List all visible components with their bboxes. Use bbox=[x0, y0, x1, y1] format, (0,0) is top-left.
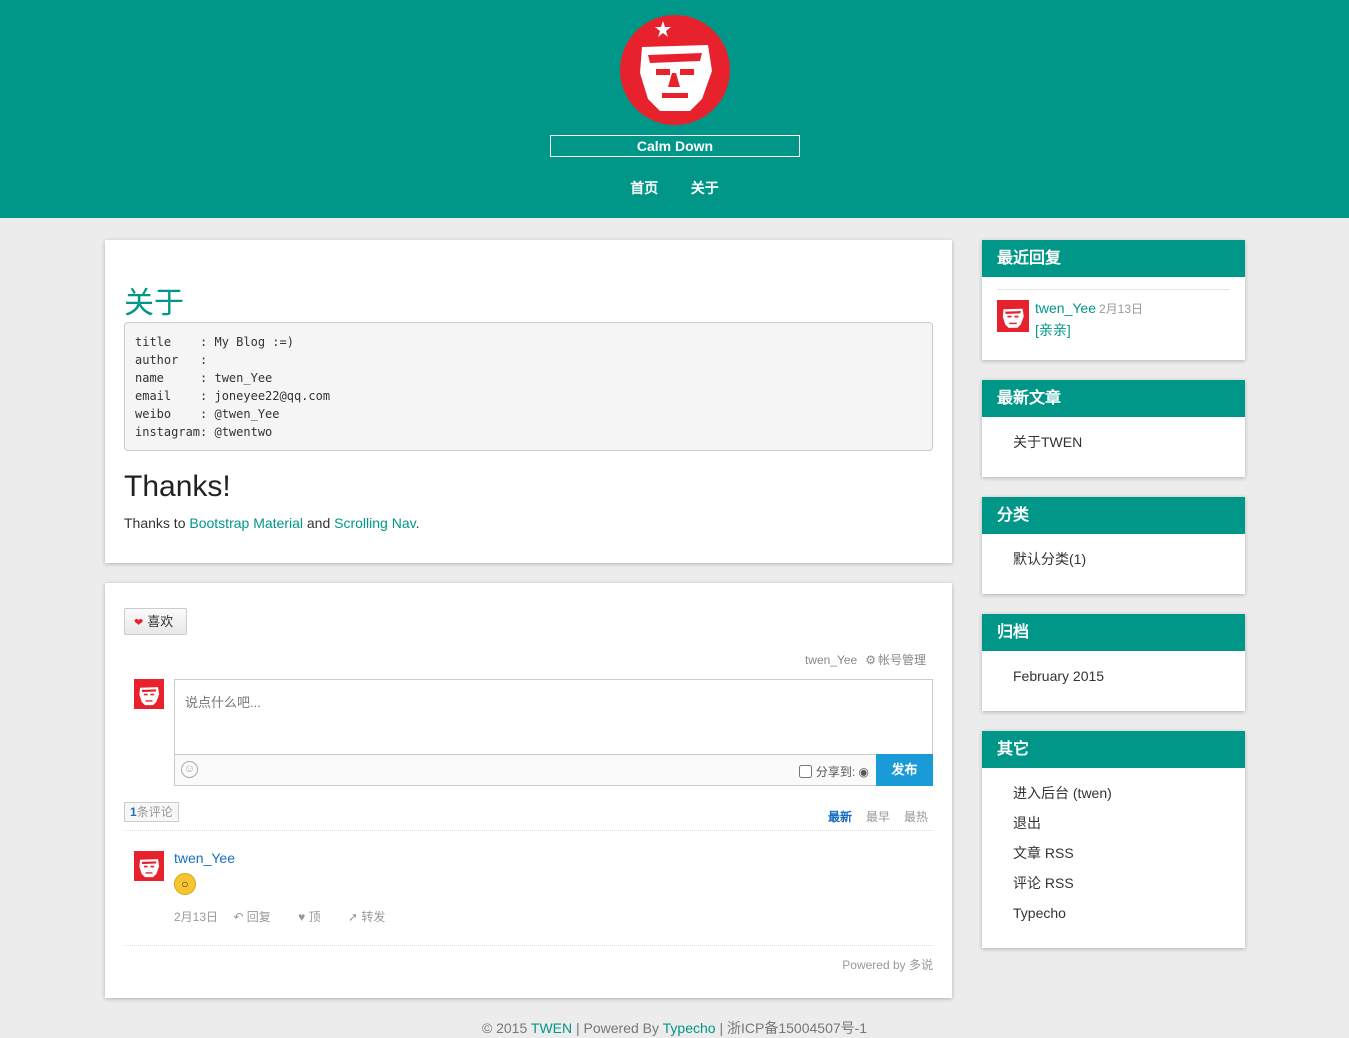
weibo-icon[interactable]: ◉ bbox=[859, 765, 869, 779]
comments-rss-link[interactable]: 评论 RSS bbox=[1013, 868, 1214, 898]
widget-body: 进入后台 (twen) 退出 文章 RSS 评论 RSS Typecho bbox=[982, 768, 1245, 938]
post-card: 关于 title : My Blog :=) author : name : t… bbox=[105, 240, 952, 563]
footer-powered: | Powered By bbox=[572, 1020, 663, 1036]
latest-post-link[interactable]: 关于TWEN bbox=[1013, 427, 1214, 457]
admin-link[interactable]: 进入后台 (twen) bbox=[1013, 778, 1214, 808]
main-nav: 首页 关于 bbox=[0, 178, 1349, 198]
forward-label: 转发 bbox=[361, 910, 386, 924]
category-link[interactable]: 默认分类(1) bbox=[1013, 544, 1214, 574]
comment-count-text: 条评论 bbox=[136, 805, 173, 819]
powered-by-duoshuo[interactable]: Powered by 多说 bbox=[842, 956, 933, 973]
widget-categories: 分类 默认分类(1) bbox=[982, 497, 1245, 594]
account-manage-link[interactable]: 帐号管理 bbox=[878, 653, 926, 667]
comment-author[interactable]: twen_Yee bbox=[174, 850, 235, 866]
recent-reply-date: 2月13日 bbox=[1098, 302, 1144, 316]
reply-action[interactable]: ↶ 回复 bbox=[233, 910, 282, 924]
code-block: title : My Blog :=) author : name : twen… bbox=[124, 322, 933, 451]
sort-oldest[interactable]: 最早 bbox=[866, 810, 890, 824]
widget-title: 最近回复 bbox=[982, 240, 1245, 277]
archive-link[interactable]: February 2015 bbox=[1013, 661, 1214, 691]
account-bar: twen_Yee ⚙ 帐号管理 bbox=[805, 651, 926, 668]
avatar[interactable] bbox=[134, 851, 164, 881]
reply-label: 回复 bbox=[246, 910, 271, 924]
share-checkbox[interactable] bbox=[798, 765, 812, 778]
sort-newest[interactable]: 最新 bbox=[828, 810, 852, 824]
thanks-heading: Thanks! bbox=[124, 470, 231, 503]
recent-reply-text[interactable]: [亲亲] bbox=[1035, 320, 1071, 340]
code-line: author : bbox=[135, 353, 208, 367]
post-title: 关于 bbox=[124, 287, 184, 320]
widget-others: 其它 进入后台 (twen) 退出 文章 RSS 评论 RSS Typecho bbox=[982, 731, 1245, 948]
widget-title: 分类 bbox=[982, 497, 1245, 534]
footer-icp: | 浙ICP备15004507号-1 bbox=[715, 1020, 868, 1036]
divider bbox=[124, 945, 933, 946]
logout-link[interactable]: 退出 bbox=[1013, 808, 1214, 838]
widget-body: 关于TWEN bbox=[982, 417, 1245, 467]
footer-site-link[interactable]: TWEN bbox=[531, 1020, 572, 1036]
comment-input[interactable] bbox=[175, 680, 932, 754]
code-line: name : twen_Yee bbox=[135, 371, 273, 385]
upvote-action[interactable]: ♥ 顶 bbox=[298, 910, 332, 924]
widget-title: 其它 bbox=[982, 731, 1245, 768]
share-label: 分享到: bbox=[815, 765, 856, 779]
bootstrap-material-link[interactable]: Bootstrap Material bbox=[189, 515, 303, 531]
comment-sort: 最新 最早 最热 bbox=[814, 808, 928, 825]
comment-box: ☺ 分享到: ◉ 发布 bbox=[174, 679, 933, 786]
widget-body: 默认分类(1) bbox=[982, 534, 1245, 584]
scrolling-nav-link[interactable]: Scrolling Nav bbox=[334, 515, 415, 531]
like-button[interactable]: ❤ 喜欢 bbox=[124, 608, 187, 635]
widget-title: 最新文章 bbox=[982, 380, 1245, 417]
recent-reply-author[interactable]: twen_Yee bbox=[1035, 300, 1096, 316]
nav-home[interactable]: 首页 bbox=[630, 180, 658, 196]
recent-reply: twen_Yee 2月13日 bbox=[1035, 300, 1143, 317]
typecho-link[interactable]: Typecho bbox=[1013, 898, 1214, 928]
code-line: title : My Blog :=) bbox=[135, 335, 294, 349]
site-title[interactable]: Calm Down bbox=[550, 135, 800, 157]
widget-title: 归档 bbox=[982, 614, 1245, 651]
divider bbox=[997, 289, 1230, 290]
nav-about[interactable]: 关于 bbox=[691, 180, 719, 196]
publish-button[interactable]: 发布 bbox=[876, 754, 933, 786]
site-header: Calm Down 首页 关于 bbox=[0, 0, 1349, 218]
comments-card: ❤喜欢 twen_Yee ⚙帐号管理 ☺ 分享到: ◉ 发布 1条评论 最新最早最… bbox=[105, 583, 952, 998]
upvote-label: 顶 bbox=[308, 910, 321, 924]
smiley-icon[interactable]: ☺ bbox=[181, 761, 198, 778]
code-line: weibo : @twen_Yee bbox=[135, 407, 280, 421]
surprised-emoji-icon: ○ bbox=[174, 873, 196, 895]
site-footer: © 2015 TWEN | Powered By Typecho | 浙ICP备… bbox=[0, 1018, 1349, 1038]
posts-rss-link[interactable]: 文章 RSS bbox=[1013, 838, 1214, 868]
comment-toolbar: ☺ 分享到: ◉ 发布 bbox=[175, 754, 933, 786]
like-label: 喜欢 bbox=[147, 614, 174, 629]
footer-copyright: © 2015 bbox=[481, 1020, 531, 1036]
forward-action[interactable]: ➚ 转发 bbox=[348, 910, 397, 924]
account-user[interactable]: twen_Yee bbox=[805, 653, 857, 667]
widget-recent-replies: 最近回复 twen_Yee 2月13日 [亲亲] bbox=[982, 240, 1245, 360]
comment-count: 1条评论 bbox=[124, 802, 179, 822]
thanks-mid: and bbox=[302, 515, 335, 531]
divider bbox=[124, 830, 933, 831]
widget-archives: 归档 February 2015 bbox=[982, 614, 1245, 711]
avatar bbox=[134, 679, 164, 709]
widget-body: February 2015 bbox=[982, 651, 1245, 701]
comment-meta: 2月13日 ↶ 回复 ♥ 顶 ➚ 转发 bbox=[174, 908, 409, 925]
share-option: 分享到: ◉ bbox=[798, 763, 869, 780]
avatar[interactable] bbox=[997, 300, 1029, 332]
thanks-prefix: Thanks to bbox=[124, 515, 190, 531]
comment-date: 2月13日 bbox=[174, 910, 219, 924]
widget-latest-posts: 最新文章 关于TWEN bbox=[982, 380, 1245, 477]
code-line: instagram: @twentwo bbox=[135, 425, 273, 439]
site-logo[interactable] bbox=[620, 15, 730, 125]
gear-icon: ⚙ bbox=[865, 653, 876, 667]
heart-icon: ❤ bbox=[134, 617, 144, 629]
sort-hottest[interactable]: 最热 bbox=[904, 810, 928, 824]
footer-typecho-link[interactable]: Typecho bbox=[663, 1020, 716, 1036]
thanks-suffix: . bbox=[415, 515, 420, 531]
comment-count-number: 1 bbox=[130, 805, 137, 819]
code-line: email : joneyee22@qq.com bbox=[135, 389, 331, 403]
thanks-paragraph: Thanks to Bootstrap Material and Scrolli… bbox=[124, 515, 419, 531]
